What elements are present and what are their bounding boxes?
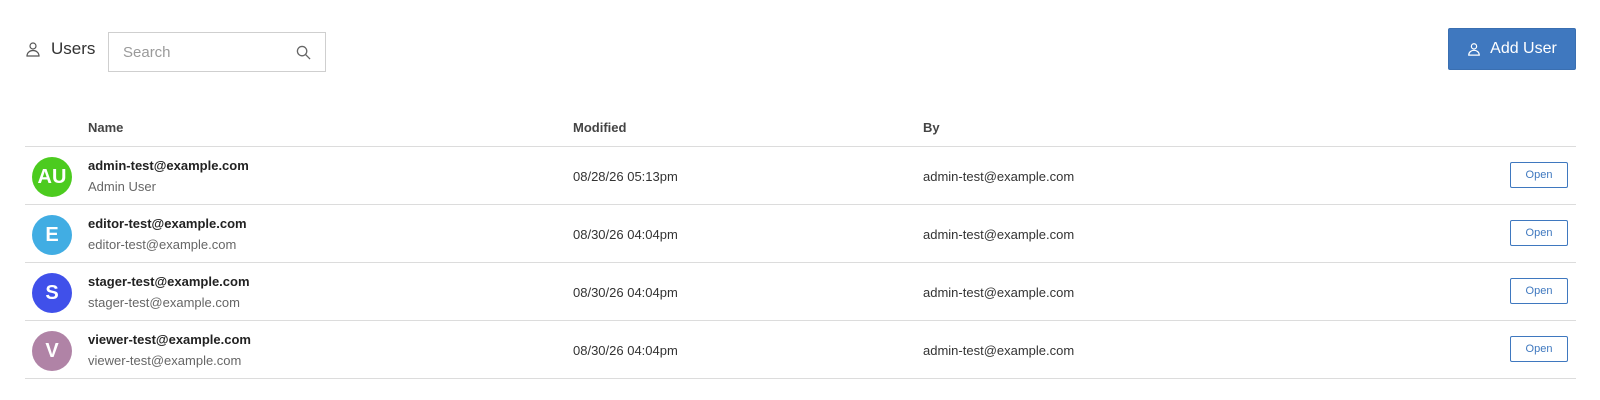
open-button[interactable]: Open [1510,220,1568,246]
modified-date: 08/28/26 05:13pm [573,169,678,184]
search-box[interactable] [108,32,326,72]
user-email: stager-test@example.com [88,274,250,289]
user-email: editor-test@example.com [88,216,247,231]
add-user-label: Add User [1490,40,1557,57]
table-row: AU admin-test@example.com Admin User 08/… [25,147,1576,205]
page-title: Users [51,39,96,58]
user-icon [25,41,41,57]
search-icon[interactable] [296,45,311,65]
users-table: Name Modified By AU admin-test@example.c… [25,106,1576,379]
user-email: admin-test@example.com [88,158,249,173]
open-button[interactable]: Open [1510,162,1568,188]
page-title-group: Users [25,38,95,60]
user-display-name: stager-test@example.com [88,295,240,310]
user-email: viewer-test@example.com [88,332,251,347]
table-row: S stager-test@example.com stager-test@ex… [25,263,1576,321]
open-button[interactable]: Open [1510,278,1568,304]
avatar: V [32,331,72,371]
column-header-name: Name [88,120,124,135]
avatar: S [32,273,72,313]
table-row: E editor-test@example.com editor-test@ex… [25,205,1576,263]
modified-date: 08/30/26 04:04pm [573,285,678,300]
user-display-name: viewer-test@example.com [88,353,242,368]
page-header: Users Add User [0,0,1600,100]
modified-by: admin-test@example.com [923,169,1075,184]
avatar: AU [32,157,72,197]
add-user-button[interactable]: Add User [1448,28,1576,70]
column-header-by: By [923,120,940,135]
modified-by: admin-test@example.com [923,227,1075,242]
user-icon [1467,42,1481,56]
table-header: Name Modified By [25,106,1576,147]
user-display-name: Admin User [88,179,156,194]
avatar: E [32,215,72,255]
modified-by: admin-test@example.com [923,285,1075,300]
open-button[interactable]: Open [1510,336,1568,362]
table-row: V viewer-test@example.com viewer-test@ex… [25,321,1576,379]
modified-by: admin-test@example.com [923,343,1075,358]
user-display-name: editor-test@example.com [88,237,237,252]
modified-date: 08/30/26 04:04pm [573,343,678,358]
search-input[interactable] [121,42,295,62]
modified-date: 08/30/26 04:04pm [573,227,678,242]
column-header-modified: Modified [573,120,627,135]
